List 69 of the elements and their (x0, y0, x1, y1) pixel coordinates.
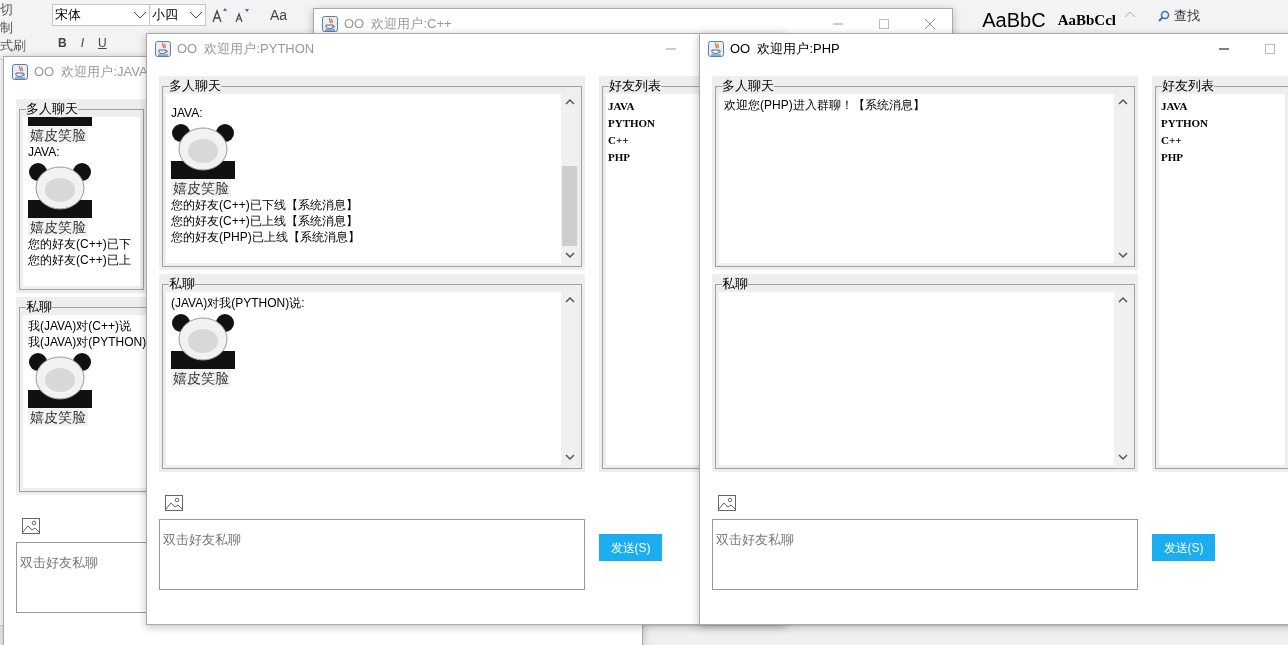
friend-item[interactable]: PYTHON (608, 115, 656, 132)
scrollbar[interactable] (561, 292, 578, 465)
chat-message: 我(JAVA)对(C++)说 (28, 318, 131, 334)
search-icon[interactable] (1158, 9, 1170, 22)
image-icon[interactable] (718, 495, 736, 511)
clipboard-label[interactable]: 式刷 (0, 37, 26, 55)
panel-title: 私聊 (26, 300, 52, 314)
friend-item[interactable]: PHP (608, 149, 630, 166)
format-button[interactable]: I (80, 34, 84, 52)
chevron-down-icon[interactable] (133, 11, 147, 19)
window-title: OO 欢迎用户:C++ (344, 15, 452, 34)
style-preview[interactable]: AaBbC (982, 6, 1046, 34)
chat-message: 我(JAVA)对(PYTHON) (28, 334, 147, 350)
chat-message: 您的好友(PHP)已上线【系统消息】 (171, 229, 360, 245)
friend-item[interactable]: JAVA (1161, 98, 1188, 115)
message-input[interactable]: 双击好友私聊 (712, 519, 1138, 590)
close-button[interactable] (924, 18, 936, 30)
chat-message: JAVA: (171, 105, 203, 121)
chat-message: 您的好友(C++)已下 (28, 236, 131, 252)
chat-message: 您的好友(C++)已上 (28, 252, 131, 268)
clipboard-label[interactable]: 切 (0, 1, 13, 19)
grow-font-icon[interactable] (212, 7, 228, 23)
panel-title: 多人聊天 (26, 102, 78, 116)
window-title: OO 欢迎用户:JAVA (34, 63, 148, 82)
window-title: OO 欢迎用户:PHP (730, 40, 840, 59)
change-case-button[interactable]: Aa (270, 4, 288, 26)
sticker-caption: 嬉皮笑脸 (28, 218, 88, 236)
image-icon[interactable] (22, 518, 40, 534)
coffee-cup-icon (155, 41, 171, 57)
chevron-down-icon[interactable] (189, 11, 203, 19)
friend-item[interactable]: C++ (1161, 132, 1182, 149)
message-input[interactable]: 双击好友私聊 (16, 542, 147, 613)
message-input[interactable]: 双击好友私聊 (159, 519, 585, 590)
sticker-caption: 嬉皮笑脸 (171, 179, 231, 197)
clipboard-label[interactable]: 制 (0, 19, 13, 37)
panel-title: 好友列表 (609, 79, 661, 93)
scrollbar-thumb[interactable] (562, 166, 577, 246)
find-button[interactable]: 查找 (1158, 6, 1200, 26)
panel-title: 私聊 (169, 277, 195, 291)
friend-item[interactable]: PHP (1161, 149, 1183, 166)
scrollbar[interactable] (561, 94, 578, 263)
chat-message: 欢迎您(PHP)进入群聊！【系统消息】 (724, 97, 925, 113)
coffee-cup-icon (322, 16, 338, 32)
friend-item[interactable]: C++ (608, 132, 629, 149)
format-button[interactable]: B (58, 34, 67, 52)
scrollbar[interactable] (1114, 292, 1131, 465)
friend-item[interactable]: JAVA (608, 98, 635, 115)
panel-title: 多人聊天 (169, 79, 221, 93)
coffee-cup-icon (12, 64, 28, 80)
panel-title: 好友列表 (1162, 79, 1214, 93)
sticker-caption: 嬉皮笑脸 (28, 408, 88, 426)
panel-title: 私聊 (722, 277, 748, 291)
format-button[interactable]: U (98, 34, 107, 52)
font-size-select[interactable]: 小四 (150, 4, 206, 26)
chat-message: 您的好友(C++)已上线【系统消息】 (171, 213, 358, 229)
chat-message: JAVA: (28, 144, 60, 160)
shrink-font-icon[interactable] (234, 7, 250, 23)
panel-title: 多人聊天 (722, 79, 774, 93)
window-title: OO 欢迎用户:PYTHON (177, 40, 315, 59)
chat-message: 您的好友(C++)已下线【系统消息】 (171, 197, 358, 213)
style-preview[interactable]: AaBbCcl (1057, 6, 1116, 34)
font-name-select[interactable]: 宋体 (52, 4, 150, 26)
chat-message: (JAVA)对我(PYTHON)说: (171, 295, 305, 311)
sticker-caption: 嬉皮笑脸 (28, 126, 88, 144)
sticker-caption: 嬉皮笑脸 (171, 369, 231, 387)
scrollbar[interactable] (1114, 94, 1131, 263)
friend-item[interactable]: PYTHON (1161, 115, 1209, 132)
image-icon[interactable] (165, 495, 183, 511)
coffee-cup-icon (708, 41, 724, 57)
